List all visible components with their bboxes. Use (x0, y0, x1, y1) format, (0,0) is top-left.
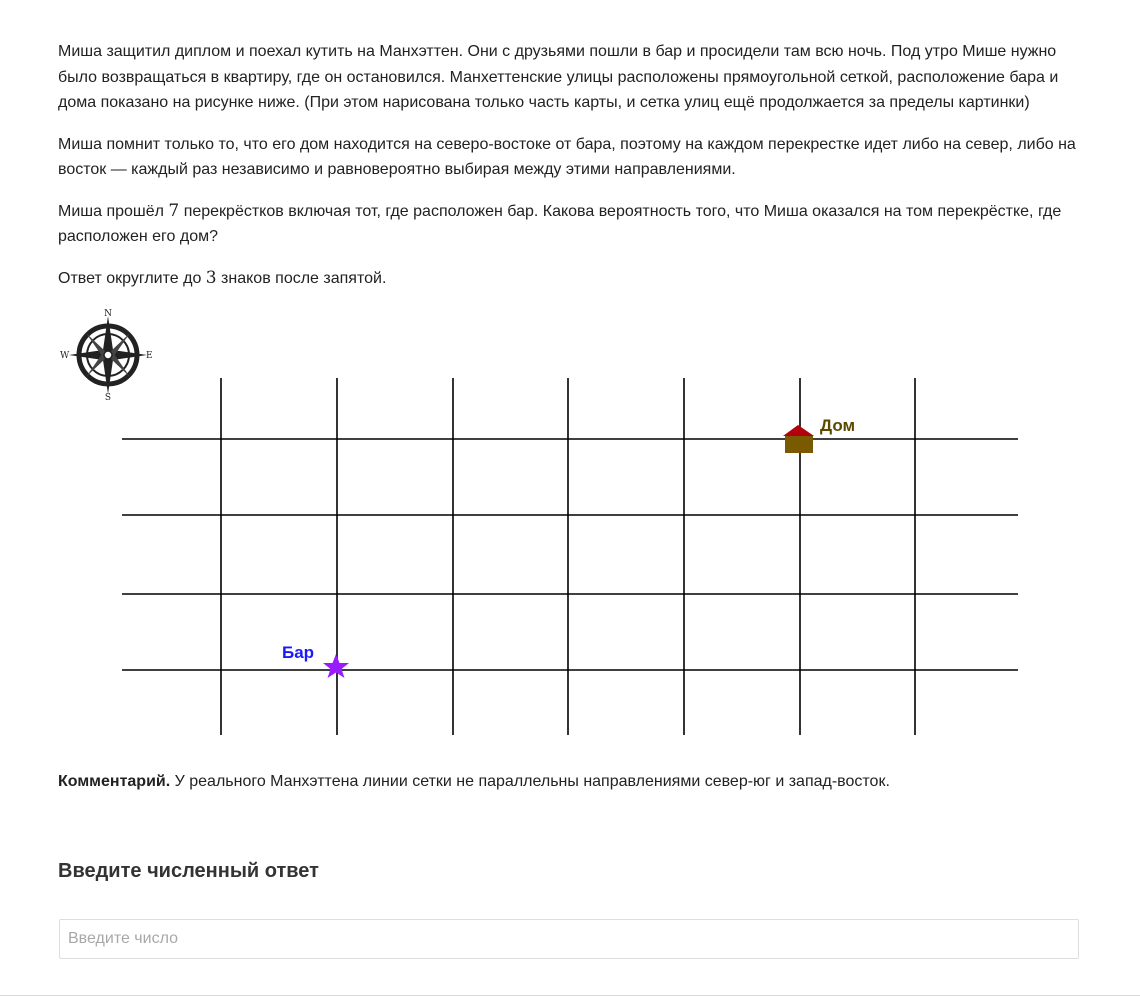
problem-paragraph-3-end: перекрёстков включая тот, где расположен… (58, 202, 1062, 246)
decimal-places: 3 (205, 267, 217, 288)
problem-paragraph-4-start: Ответ округлите до (58, 269, 206, 287)
problem-paragraph-4: Ответ округлите до 3 знаков после запято… (58, 266, 1082, 292)
problem-paragraph-1: Миша защитил диплом и поехал кутить на М… (58, 43, 1059, 111)
home-label: Дом (820, 416, 855, 435)
bar-label: Бар (282, 643, 314, 662)
comment-text: У реального Манхэттена линии сетки не па… (170, 773, 890, 790)
problem-paragraph-4-end: знаков после запятой. (216, 269, 387, 287)
problem-text: Миша защитил диплом и поехал кутить на М… (58, 39, 1082, 307)
comment: Комментарий. У реального Манхэттена лини… (58, 769, 890, 794)
compass-south-label: S (105, 393, 111, 403)
bottom-divider (0, 995, 1140, 996)
street-grid (122, 378, 1018, 735)
street-map: N S W E Дом Бар (60, 309, 1018, 735)
house-icon (783, 425, 814, 453)
star-icon (323, 654, 349, 678)
answer-input[interactable] (59, 919, 1079, 959)
compass-north-label: N (104, 309, 112, 319)
problem-paragraph-3-start: Миша прошёл (58, 202, 169, 220)
steps-count: 7 (168, 200, 180, 221)
compass-west-label: W (60, 351, 70, 361)
compass-icon: N S W E (60, 309, 153, 403)
comment-label: Комментарий. (58, 773, 171, 790)
problem-paragraph-2: Миша помнит только то, что его дом наход… (58, 135, 1076, 179)
street-map-figure: N S W E Дом Бар (58, 308, 1028, 738)
compass-east-label: E (146, 351, 153, 361)
problem-paragraph-3: Миша прошёл 7 перекрёстков включая тот, … (58, 199, 1082, 250)
answer-title: Введите численный ответ (58, 860, 319, 882)
